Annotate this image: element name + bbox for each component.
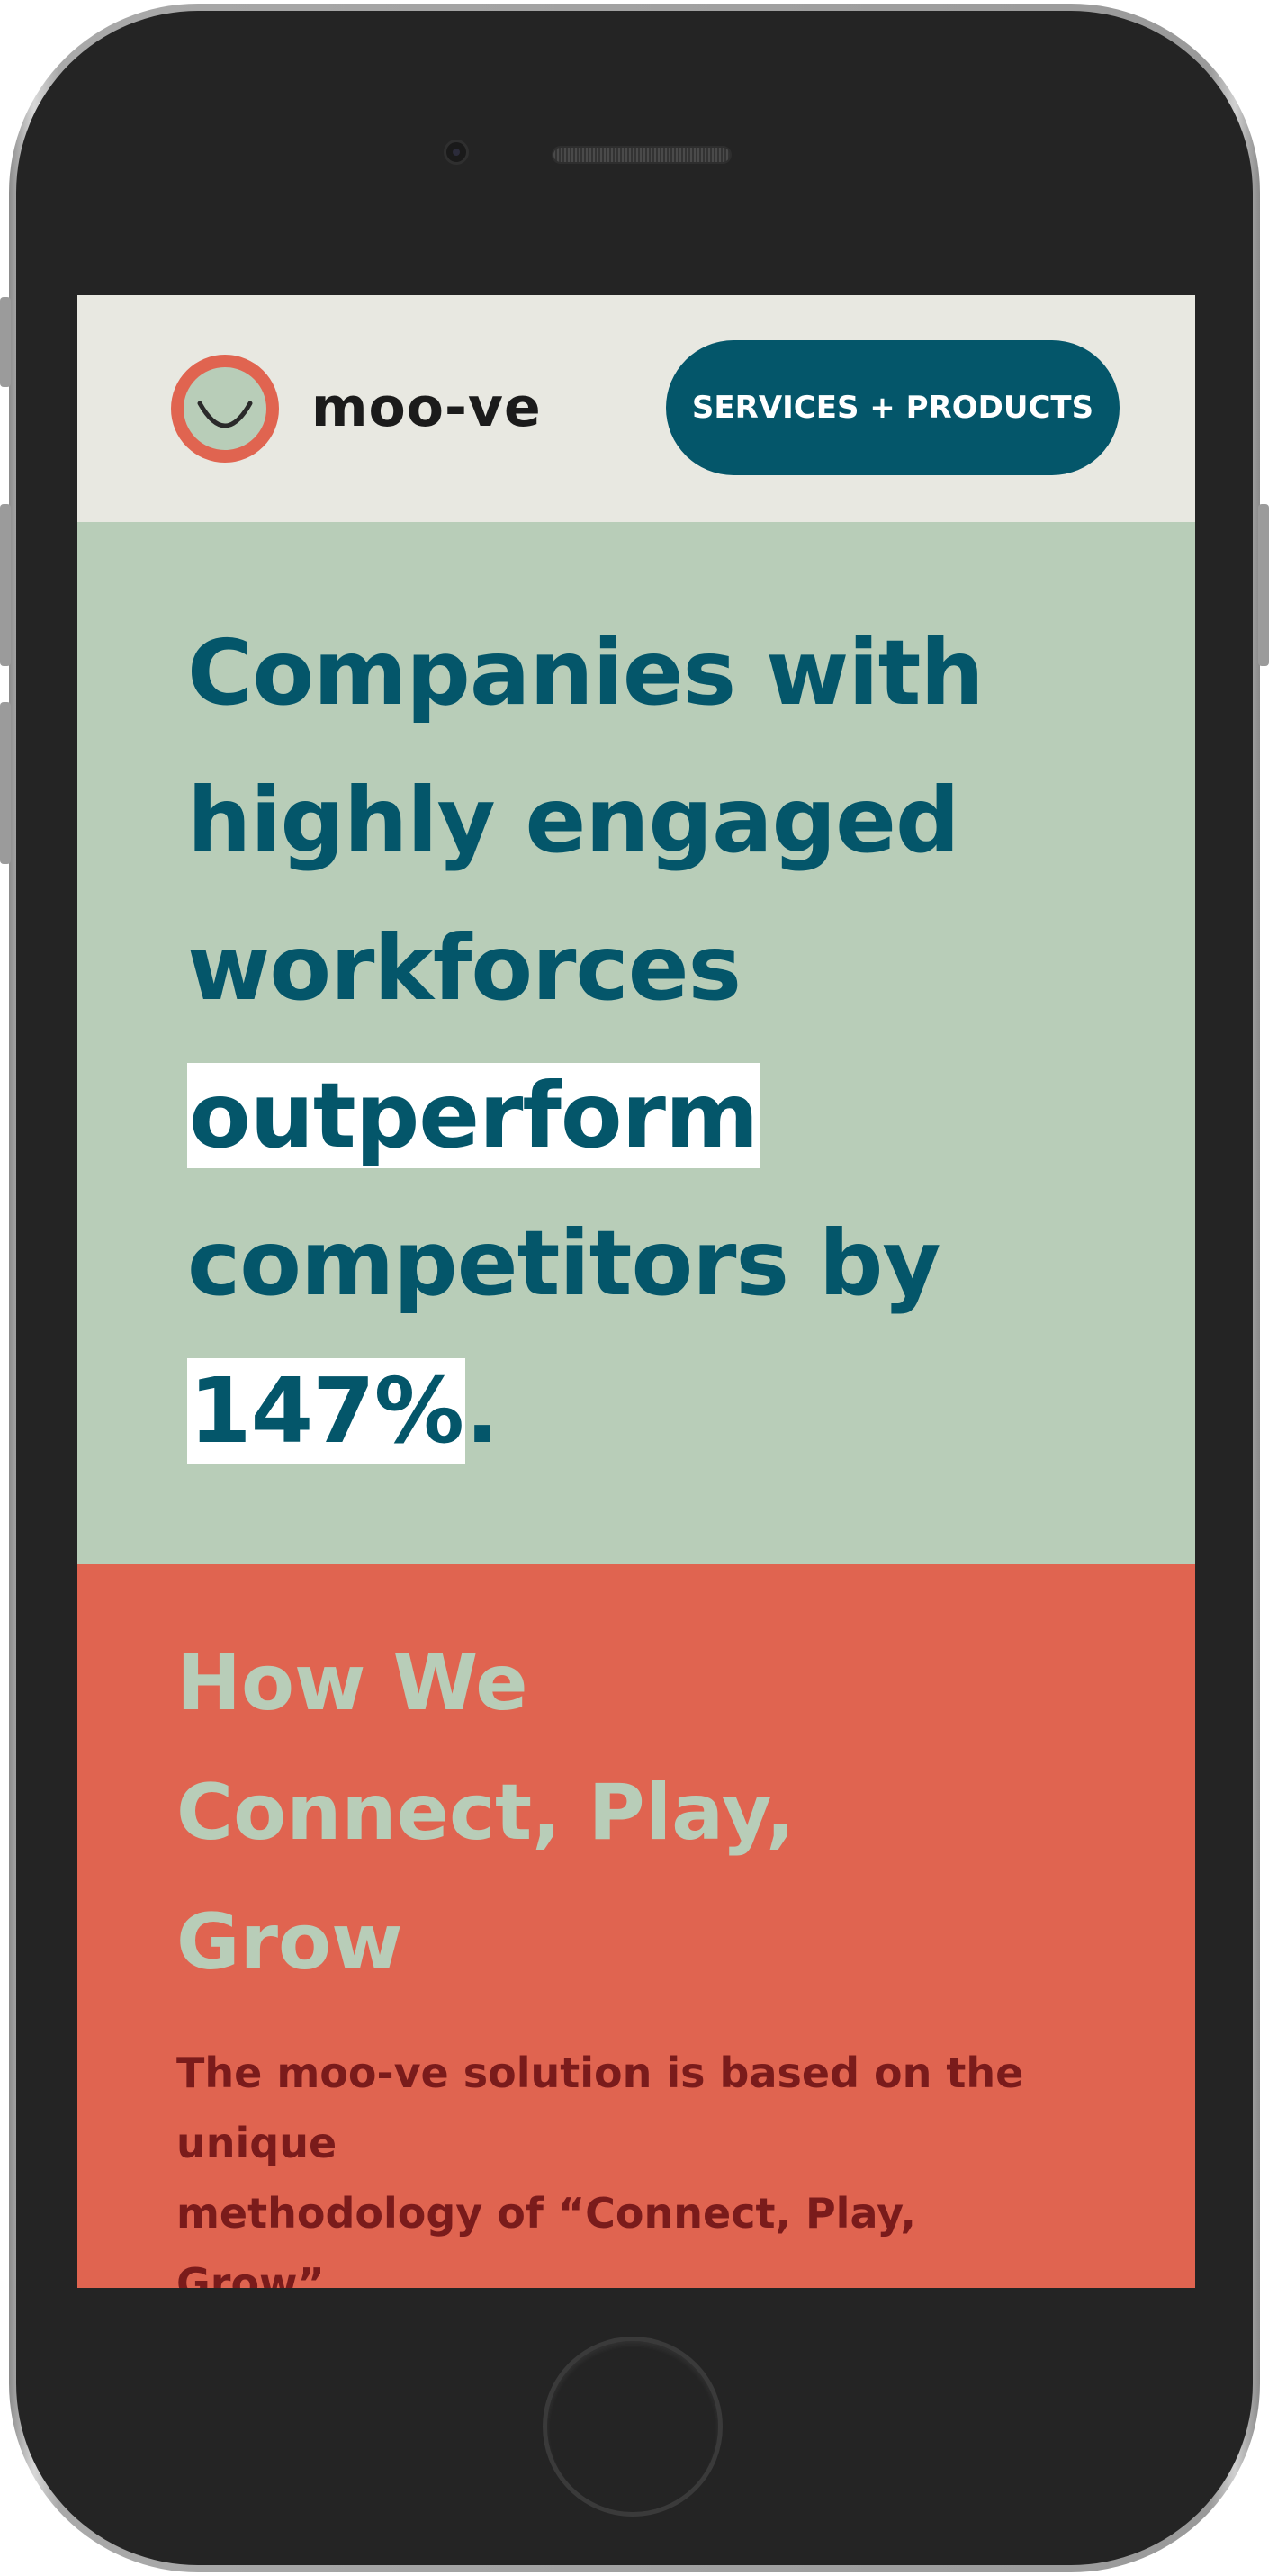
volume-up-button [0, 504, 11, 666]
hero-title-line: competitors by [187, 1211, 941, 1316]
section-body-text: The moo-ve solution is based on the uniq… [176, 2038, 1112, 2288]
section-title-line: How We [176, 1638, 528, 1728]
services-products-button[interactable]: SERVICES + PRODUCTS [666, 340, 1120, 475]
front-camera-icon [444, 140, 469, 165]
phone-body: moo-ve SERVICES + PRODUCTS Companies wit… [16, 11, 1253, 2565]
hero-title-period: . [464, 1358, 500, 1464]
earpiece-speaker [552, 146, 732, 164]
home-button-icon[interactable] [543, 2337, 723, 2517]
hero-title-line: highly engaged [187, 768, 960, 873]
smile-icon [197, 401, 253, 428]
phone-frame: moo-ve SERVICES + PRODUCTS Companies wit… [9, 4, 1260, 2572]
brand-name[interactable]: moo-ve [311, 376, 542, 439]
section-title: How We Connect, Play, Grow [176, 1618, 914, 2007]
hero-title: Companies with highly engaged workforces… [187, 599, 1159, 1485]
section-title-line: Grow [176, 1897, 403, 1987]
hero-highlight-outperform: outperform [187, 1063, 760, 1168]
body-line: methodology of “Connect, Play, [176, 2189, 916, 2238]
hero-section: Companies with highly engaged workforces… [77, 522, 1195, 1564]
smiley-logo-icon[interactable] [171, 355, 279, 463]
logo-face [184, 367, 266, 450]
section-title-line: Connect, Play, [176, 1768, 796, 1858]
power-button [1258, 504, 1269, 666]
hero-title-line: Companies with [187, 620, 985, 725]
silent-switch [0, 297, 11, 387]
body-line: The moo-ve solution is based on the [176, 2049, 1024, 2097]
site-header: moo-ve SERVICES + PRODUCTS [77, 295, 1195, 522]
body-line: Grow” [176, 2259, 325, 2288]
volume-down-button [0, 702, 11, 864]
body-line: unique [176, 2119, 338, 2167]
how-we-section: How We Connect, Play, Grow The moo-ve so… [77, 1564, 1195, 2288]
hero-highlight-percent: 147% [187, 1358, 465, 1464]
hero-title-line: workforces [187, 915, 742, 1021]
device-screen: moo-ve SERVICES + PRODUCTS Companies wit… [77, 295, 1195, 2288]
